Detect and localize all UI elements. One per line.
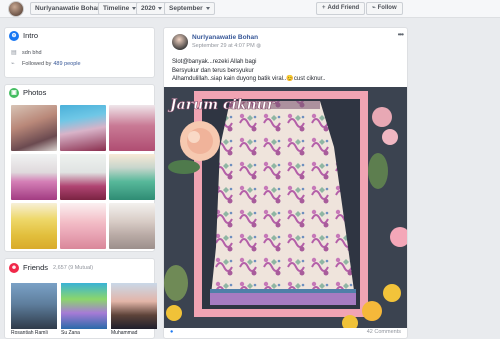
post-photo-graphic: Jarum ciknur	[164, 87, 407, 328]
photo-thumbnail[interactable]	[109, 105, 155, 151]
author-name-link[interactable]: Nurlyanawatie Bohan	[192, 34, 258, 41]
rss-icon: ⌁	[372, 5, 376, 11]
rss-icon: ⌁	[11, 61, 15, 67]
photo-thumbnail[interactable]	[109, 154, 155, 200]
friend-photo[interactable]	[61, 283, 107, 329]
friend-photo[interactable]	[111, 283, 157, 329]
friend-photo[interactable]	[11, 283, 57, 329]
friend-name[interactable]: Su Zana	[61, 330, 107, 336]
photo-thumbnail[interactable]	[11, 105, 57, 151]
profile-name-label: Nurlyanawatie Bohan	[35, 5, 102, 12]
timeline-label: Timeline	[103, 5, 130, 12]
post-text: Slot@banyak...rezeki Allah bagi Bersyuku…	[172, 59, 326, 82]
timeline-dropdown[interactable]: Timeline	[98, 2, 142, 15]
more-icon[interactable]: •••	[398, 30, 404, 39]
month-label: September	[169, 5, 203, 12]
month-dropdown[interactable]: September	[164, 2, 215, 15]
author-avatar[interactable]	[172, 34, 188, 50]
briefcase-icon: ▤	[11, 50, 17, 56]
globe-icon: ⊕	[9, 30, 19, 41]
photos-title[interactable]: Photos	[23, 88, 46, 97]
post-image[interactable]: Jarum ciknur	[164, 87, 407, 328]
follow-button[interactable]: ⌁ Follow	[366, 2, 403, 15]
followers-link[interactable]: 489 people	[53, 61, 80, 67]
comments-count-link[interactable]: 42 Comments	[367, 329, 401, 335]
year-label: 2020	[141, 5, 156, 12]
intro-followers: ⌁ Followed by 489 people	[11, 60, 81, 68]
photo-thumbnail[interactable]	[60, 203, 106, 249]
photo-thumbnail[interactable]	[11, 203, 57, 249]
friends-list: Rosantiah Ramli Su Zana Muhammad	[11, 283, 157, 336]
photos-icon: ▣	[9, 87, 19, 98]
chevron-down-icon	[205, 6, 210, 10]
post-timestamp[interactable]: September 29 at 4:07 PM ◍	[192, 43, 261, 49]
chevron-down-icon	[158, 6, 163, 10]
friends-title[interactable]: Friends	[23, 263, 48, 272]
like-reaction-icon[interactable]: ●	[170, 329, 173, 335]
timeline-navbar: Nurlyanawatie Bohan Timeline 2020 Septem…	[0, 0, 500, 18]
photo-thumbnail[interactable]	[60, 154, 106, 200]
friend-name[interactable]: Rosantiah Ramli	[11, 330, 57, 336]
intro-title: Intro	[23, 31, 39, 40]
photo-thumbnail[interactable]	[60, 105, 106, 151]
post-card: Nurlyanawatie Bohan September 29 at 4:07…	[163, 27, 408, 339]
friends-icon: ☻	[9, 262, 19, 273]
friends-count: 2,657 (9 Mutual)	[53, 264, 94, 271]
intro-workplace: ▤ sdn bhd	[11, 49, 42, 57]
photo-thumbnail[interactable]	[11, 154, 57, 200]
photo-grid	[11, 105, 155, 249]
photos-card: ▣ Photos	[4, 84, 155, 252]
add-friend-icon: +	[322, 5, 326, 11]
profile-name-button[interactable]: Nurlyanawatie Bohan	[30, 2, 107, 15]
post-footer: ● 42 Comments	[164, 329, 407, 337]
friend-item[interactable]: Su Zana	[61, 283, 107, 336]
photo-thumbnail[interactable]	[109, 203, 155, 249]
globe-icon: ◍	[256, 43, 262, 49]
image-caption: Jarum ciknur	[167, 97, 276, 113]
friend-item[interactable]: Muhammad	[111, 283, 157, 336]
friend-name[interactable]: Muhammad	[111, 330, 157, 336]
year-dropdown[interactable]: 2020	[136, 2, 168, 15]
profile-thumbnail[interactable]	[8, 1, 24, 17]
add-friend-button[interactable]: + Add Friend	[316, 2, 366, 15]
friend-item[interactable]: Rosantiah Ramli	[11, 283, 57, 336]
intro-card: ⊕ Intro ▤ sdn bhd ⌁ Followed by 489 peop…	[4, 27, 155, 78]
friends-card: ☻ Friends 2,657 (9 Mutual) Rosantiah Ram…	[4, 258, 157, 339]
